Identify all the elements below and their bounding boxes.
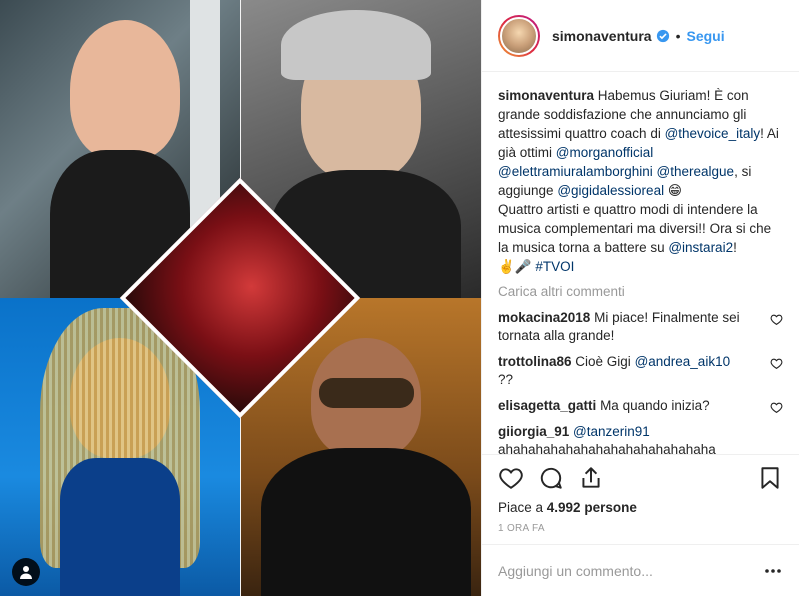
comment-text: Ma quando inizia?	[600, 398, 710, 413]
comment-text: Cioè Gigi	[575, 354, 635, 369]
caption-username[interactable]: simonaventura	[498, 88, 594, 103]
verified-icon	[656, 29, 669, 42]
load-more-comments[interactable]: Carica altri commenti	[498, 284, 783, 299]
post-image[interactable]	[0, 0, 481, 596]
comment-item: trottolina86 Cioè Gigi @andrea_aik10 ??	[498, 353, 783, 389]
emoji: 😁	[667, 183, 682, 198]
heart-icon[interactable]	[770, 357, 783, 370]
header-username[interactable]: simonaventura	[552, 28, 652, 44]
avatar[interactable]	[498, 14, 540, 57]
mention-link[interactable]: @andrea_aik10	[635, 354, 731, 369]
post-container: simonaventura • Segui simonaventura Habe…	[0, 0, 799, 596]
follow-button[interactable]: Segui	[687, 28, 725, 44]
bookmark-icon[interactable]	[757, 465, 783, 491]
comment-item: giiorgia_91 @tanzerin91 ahahahahahahahah…	[498, 423, 783, 454]
body-shape	[60, 458, 180, 596]
mention-link[interactable]: @gigidalessioreal	[557, 183, 664, 198]
hair-shape	[281, 10, 431, 80]
post-timestamp: 1 ORA FA	[498, 523, 545, 534]
comment-username[interactable]: elisagetta_gatti	[498, 398, 596, 413]
add-comment-bar	[482, 544, 799, 596]
post-panel: simonaventura • Segui simonaventura Habe…	[481, 0, 799, 596]
mention-link[interactable]: @tanzerin91	[573, 424, 650, 439]
sunglasses-shape	[319, 378, 414, 408]
mention-link[interactable]: @elettramiuralamborghini	[498, 164, 653, 179]
more-icon[interactable]	[763, 561, 783, 581]
comment-username[interactable]: giiorgia_91	[498, 424, 569, 439]
separator-dot: •	[675, 27, 681, 44]
user-icon[interactable]	[12, 558, 40, 586]
comments-area[interactable]: simonaventura Habemus Giuriam! È con gra…	[482, 72, 799, 454]
body-shape	[261, 448, 471, 596]
comment-item: elisagetta_gatti Ma quando inizia?	[498, 397, 783, 415]
heart-icon[interactable]	[770, 401, 783, 414]
share-icon[interactable]	[578, 465, 604, 491]
comment-text: ??	[498, 372, 514, 387]
action-bar	[482, 454, 799, 500]
comment-item: mokacina2018 Mi piace! Finalmente sei to…	[498, 309, 783, 345]
comment-username[interactable]: mokacina2018	[498, 310, 590, 325]
post-caption: simonaventura Habemus Giuriam! È con gra…	[498, 88, 779, 274]
emoji: ✌️🎤	[498, 259, 532, 274]
hashtag-link[interactable]: #TVOI	[535, 259, 574, 274]
likes-count[interactable]: Piace a 4.992 persone	[482, 500, 799, 515]
heart-icon[interactable]	[770, 313, 783, 326]
mention-link[interactable]: @thevoice_italy	[665, 126, 761, 141]
mention-link[interactable]: @therealgue	[657, 164, 735, 179]
face-shape	[70, 20, 180, 160]
post-header: simonaventura • Segui	[482, 0, 799, 72]
heart-icon[interactable]	[498, 465, 524, 491]
comment-icon[interactable]	[538, 465, 564, 491]
comment-input[interactable]	[498, 562, 763, 579]
comment-username[interactable]: trottolina86	[498, 354, 572, 369]
mention-link[interactable]: @instarai2	[668, 240, 733, 255]
mention-link[interactable]: @morganofficial	[556, 145, 654, 160]
comment-text: ahahahahahahahahahahahahahaha	[498, 442, 716, 454]
